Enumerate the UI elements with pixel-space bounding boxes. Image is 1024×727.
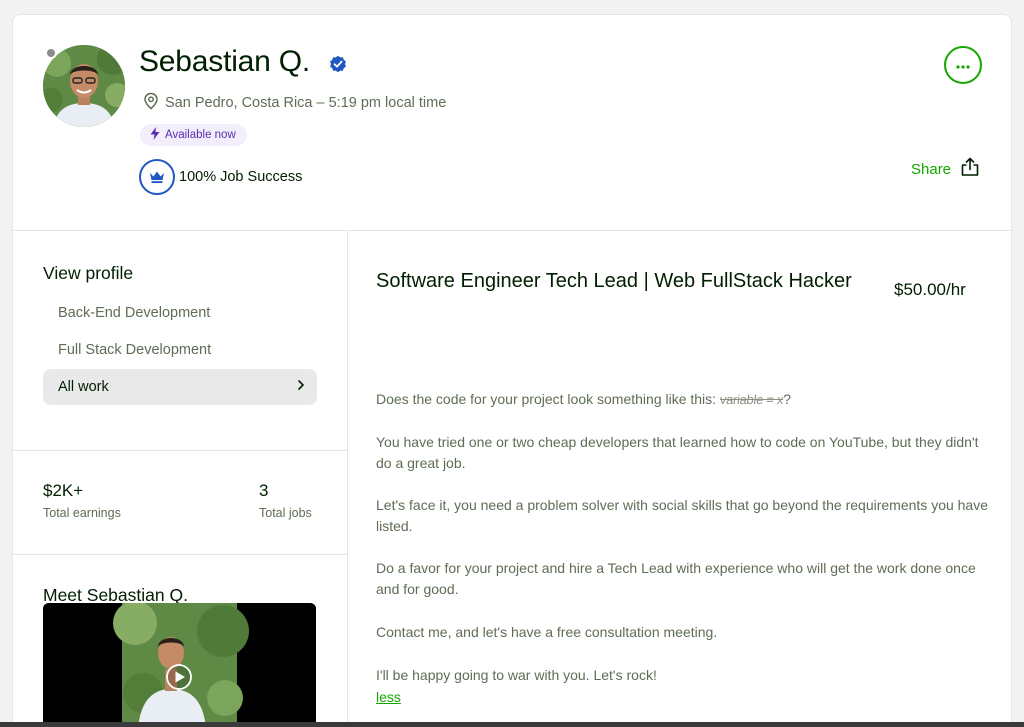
profile-headline: Software Engineer Tech Lead | Web FullSt… (376, 270, 852, 292)
total-jobs-label: Total jobs (259, 506, 312, 520)
location-pin-icon (143, 92, 159, 114)
sidebar-item-label: All work (58, 379, 109, 395)
share-icon (960, 157, 980, 181)
share-label: Share (911, 160, 952, 178)
profile-name: Sebastian Q. (139, 45, 311, 78)
overview-paragraph: I'll be happy going to war with you. Let… (376, 667, 657, 683)
lightning-icon (150, 127, 160, 143)
overview-paragraph: Does the code for your project look some… (376, 389, 991, 410)
location-line: San Pedro, Costa Rica – 5:19 pm local ti… (143, 92, 446, 114)
overview-paragraph: Do a favor for your project and hire a T… (376, 560, 976, 597)
overview-paragraph: You have tried one or two cheap develope… (376, 434, 979, 471)
sidebar-divider (13, 450, 348, 451)
total-earnings-stat: $2K+ Total earnings (43, 481, 121, 520)
share-button[interactable]: Share (911, 157, 980, 181)
total-earnings-label: Total earnings (43, 506, 121, 520)
overview-code-snippet: variable = x (718, 392, 785, 407)
total-earnings-value: $2K+ (43, 481, 84, 500)
hourly-rate: $50.00/hr (894, 280, 966, 299)
job-success-score[interactable]: 100% Job Success (139, 159, 302, 195)
sidebar-divider (13, 554, 348, 555)
profile-sidebar: View profile Back-End Development Full S… (13, 231, 348, 726)
avatar[interactable] (43, 45, 125, 127)
job-success-text: 100% Job Success (179, 169, 303, 185)
overview-paragraph: Let's face it, you need a problem solver… (376, 497, 989, 534)
bottom-edge-bar (0, 722, 1024, 727)
offline-status-dot (45, 47, 57, 59)
more-dots-icon (956, 57, 970, 73)
location-text: San Pedro, Costa Rica – 5:19 pm local ti… (165, 95, 447, 111)
crown-icon (139, 159, 175, 195)
overview-intro-suffix: ? (783, 391, 791, 407)
availability-badge: Available now (140, 124, 247, 146)
profile-card: Sebastian Q. San Pedro, Costa Rica – 5:1… (12, 14, 1012, 727)
overview-intro-text: Does the code for your project look some… (376, 391, 720, 407)
availability-text: Available now (165, 129, 236, 141)
view-profile-heading: View profile (43, 263, 134, 283)
sidebar-item-label: Full Stack Development (58, 342, 212, 358)
total-jobs-stat: 3 Total jobs (259, 481, 312, 520)
chevron-right-icon (297, 379, 305, 395)
total-jobs-value: 3 (259, 481, 269, 500)
sidebar-item-full-stack-development[interactable]: Full Stack Development (43, 332, 317, 368)
less-link[interactable]: less (376, 689, 401, 705)
overview-paragraph: Contact me, and let's have a free consul… (376, 624, 718, 640)
profile-header: Sebastian Q. San Pedro, Costa Rica – 5:1… (13, 15, 1011, 231)
sidebar-item-all-work[interactable]: All work (43, 369, 317, 405)
sidebar-item-label: Back-End Development (58, 305, 211, 321)
sidebar-item-back-end-development[interactable]: Back-End Development (43, 295, 317, 331)
more-options-button[interactable] (944, 46, 982, 84)
profile-main: Software Engineer Tech Lead | Web FullSt… (348, 231, 1011, 726)
intro-video[interactable] (43, 603, 316, 726)
verified-badge-icon (329, 55, 347, 73)
